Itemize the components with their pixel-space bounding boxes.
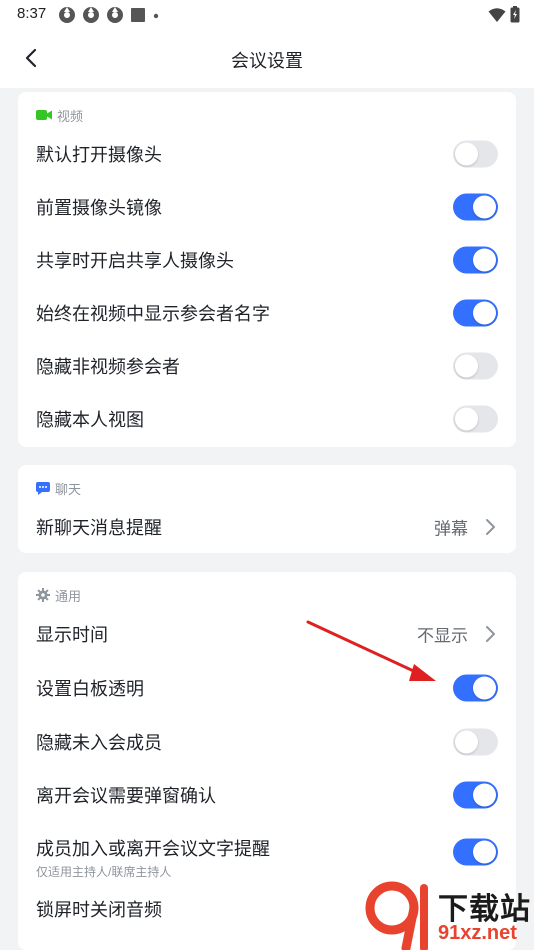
status-bar: 8:37 <box>0 0 534 28</box>
setting-label: 共享时开启共享人摄像头 <box>36 250 234 271</box>
join-leave-reminder-toggle[interactable] <box>453 838 498 866</box>
video-camera-icon <box>36 110 52 120</box>
setting-row-new-chat-reminder[interactable]: 新聊天消息提醒 弹幕 <box>18 500 516 553</box>
toggle-knob <box>473 783 496 806</box>
setting-sublabel: 仅适用主持人/联席主持人 <box>36 865 172 879</box>
whiteboard-transparent-toggle[interactable] <box>453 674 498 701</box>
setting-row-default-camera-on: 默认打开摄像头 <box>18 127 516 180</box>
hide-self-view-toggle[interactable] <box>453 405 498 432</box>
new-chat-reminder-value: 弹幕 <box>434 519 468 538</box>
page-title: 会议设置 <box>231 51 303 71</box>
front-camera-mirror-toggle[interactable] <box>453 193 498 220</box>
setting-row-hide-non-video: 隐藏非视频参会者 <box>18 339 516 392</box>
gear-icon <box>36 588 50 602</box>
show-time-value: 不显示 <box>417 626 468 645</box>
chevron-right-icon <box>486 518 495 535</box>
chevron-right-icon <box>486 625 495 642</box>
toggle-knob <box>473 676 496 699</box>
setting-label: 锁屏时关闭音频 <box>36 899 162 920</box>
default-camera-on-toggle[interactable] <box>453 140 498 167</box>
chat-section-title: 聊天 <box>55 481 82 497</box>
wifi-icon <box>488 7 506 22</box>
setting-label: 成员加入或离开会议文字提醒 <box>36 839 270 859</box>
app-notification-icon <box>59 7 75 23</box>
toggle-knob <box>455 407 478 430</box>
toggle-knob <box>455 730 478 753</box>
top-bar: 会议设置 <box>0 28 534 88</box>
toggle-knob <box>455 142 478 165</box>
show-participant-names-toggle[interactable] <box>453 299 498 326</box>
more-dot-icon <box>153 13 159 19</box>
setting-row-hide-unjoined-members: 隐藏未入会成员 <box>18 715 516 768</box>
setting-row-whiteboard-transparent: 设置白板透明 <box>18 661 516 714</box>
toggle-knob <box>473 195 496 218</box>
setting-row-front-camera-mirror: 前置摄像头镜像 <box>18 180 516 233</box>
app-notification-icon <box>107 7 123 23</box>
watermark-logo: 下载站 91xz.net <box>362 880 534 950</box>
video-section-header: 视频 <box>36 106 83 124</box>
toggle-knob <box>473 248 496 271</box>
chat-section-header: 聊天 <box>36 479 81 497</box>
setting-label: 新聊天消息提醒 <box>36 517 162 538</box>
setting-label: 默认打开摄像头 <box>36 144 162 165</box>
setting-label: 前置摄像头镜像 <box>36 197 162 218</box>
chat-bubble-icon <box>36 481 50 495</box>
toggle-knob <box>455 354 478 377</box>
general-section-title: 通用 <box>55 588 82 604</box>
general-section-header: 通用 <box>36 586 81 604</box>
leave-confirm-toggle[interactable] <box>453 781 498 808</box>
setting-label: 设置白板透明 <box>36 678 144 699</box>
watermark-91-logo-icon <box>365 881 428 950</box>
watermark-site-text: 91xz.net <box>438 922 517 944</box>
status-system-icons <box>488 6 520 23</box>
setting-label: 隐藏非视频参会者 <box>36 356 180 377</box>
battery-icon <box>510 6 520 23</box>
app-notification-icon <box>83 7 99 23</box>
setting-row-hide-self-view: 隐藏本人视图 <box>18 392 516 445</box>
hide-non-video-toggle[interactable] <box>453 352 498 379</box>
sharer-camera-toggle[interactable] <box>453 246 498 273</box>
setting-label: 显示时间 <box>36 624 108 645</box>
setting-label: 隐藏本人视图 <box>36 409 144 430</box>
chat-settings-card: 聊天 新聊天消息提醒 弹幕 <box>18 465 516 553</box>
status-time: 8:37 <box>17 5 47 22</box>
video-settings-card: 视频 默认打开摄像头 前置摄像头镜像 共享时开启共享人摄像头 始终在视频中显示参… <box>18 92 516 447</box>
setting-row-sharer-camera: 共享时开启共享人摄像头 <box>18 233 516 286</box>
square-notification-icon <box>131 8 145 22</box>
video-section-title: 视频 <box>57 108 84 124</box>
hide-unjoined-members-toggle[interactable] <box>453 728 498 755</box>
setting-label: 始终在视频中显示参会者名字 <box>36 303 270 324</box>
setting-label: 隐藏未入会成员 <box>36 732 162 753</box>
toggle-knob <box>473 301 496 324</box>
setting-row-show-participant-names: 始终在视频中显示参会者名字 <box>18 286 516 339</box>
status-notification-icons <box>58 6 160 24</box>
toggle-knob <box>473 840 496 864</box>
setting-row-join-leave-reminder: 成员加入或离开会议文字提醒 仅适用主持人/联席主持人 <box>18 823 516 881</box>
setting-label: 离开会议需要弹窗确认 <box>36 785 216 806</box>
setting-row-show-time[interactable]: 显示时间 不显示 <box>18 607 516 660</box>
setting-row-leave-confirm: 离开会议需要弹窗确认 <box>18 768 516 821</box>
